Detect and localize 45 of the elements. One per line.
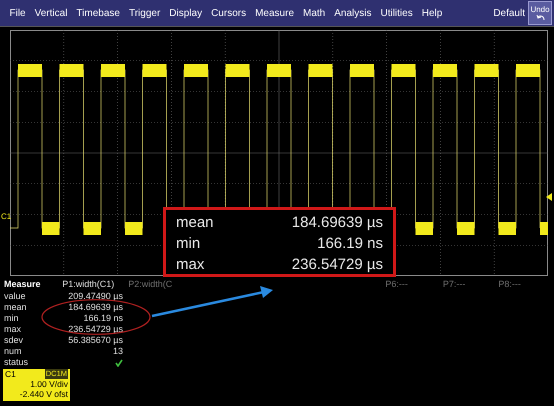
measure-value: 209.47490 µs: [68, 291, 123, 302]
menu-item[interactable]: Cursors: [206, 6, 251, 20]
callout-label: mean: [176, 213, 214, 232]
menu-item[interactable]: Display: [164, 6, 207, 20]
measure-label: sdev: [4, 335, 24, 346]
menu-item[interactable]: Vertical: [30, 6, 72, 20]
setup-label: Default: [493, 6, 525, 20]
check-icon: [115, 359, 123, 367]
menu-item[interactable]: Analysis: [330, 6, 376, 20]
menu-item[interactable]: File: [5, 6, 30, 20]
menu-item[interactable]: Utilities: [376, 6, 418, 20]
undo-button[interactable]: Undo: [528, 1, 552, 25]
measure-label: status: [4, 357, 30, 368]
measure-value: 13: [112, 346, 123, 357]
undo-icon: [536, 14, 544, 21]
measure-label: max: [4, 324, 22, 335]
menu-item[interactable]: Trigger: [124, 6, 165, 20]
menu-item[interactable]: Help: [417, 6, 447, 20]
measure-value: 56.385670 µs: [68, 335, 123, 346]
menu-item[interactable]: Measure: [250, 6, 298, 20]
callout-label: max: [176, 255, 206, 274]
measure-value: 166.19 ns: [83, 313, 123, 324]
menu-item[interactable]: Timebase: [72, 6, 124, 20]
measure-label: min: [4, 313, 20, 324]
measure-label: num: [4, 346, 23, 357]
channel-marker: C1: [1, 212, 12, 221]
callout-value: 166.19 ns: [316, 234, 383, 253]
measure-value: 184.69639 µs: [68, 302, 123, 313]
scale-value: 1.00 V/div: [29, 379, 68, 389]
measure-title: Measure: [4, 279, 42, 290]
parameter-label: P1:width(C1): [61, 279, 114, 290]
parameter-label: P8:---: [498, 279, 522, 290]
offset-value: -2.440 V ofst: [18, 389, 68, 399]
menu-item[interactable]: Math: [298, 6, 330, 20]
parameter-label: P7:---: [442, 279, 466, 290]
parameter-label: P6:---: [385, 279, 409, 290]
measure-label: mean: [4, 302, 28, 313]
parameter-label: P2:width(C: [128, 279, 174, 290]
measure-label: value: [4, 291, 27, 302]
callout-value: 184.69639 µs: [290, 213, 383, 232]
measure-value: 236.54729 µs: [68, 324, 123, 335]
callout-value: 236.54729 µs: [290, 255, 383, 274]
callout-label: min: [176, 234, 202, 253]
trigger-level-icon: [546, 193, 552, 201]
channel-name: C1: [5, 369, 16, 379]
